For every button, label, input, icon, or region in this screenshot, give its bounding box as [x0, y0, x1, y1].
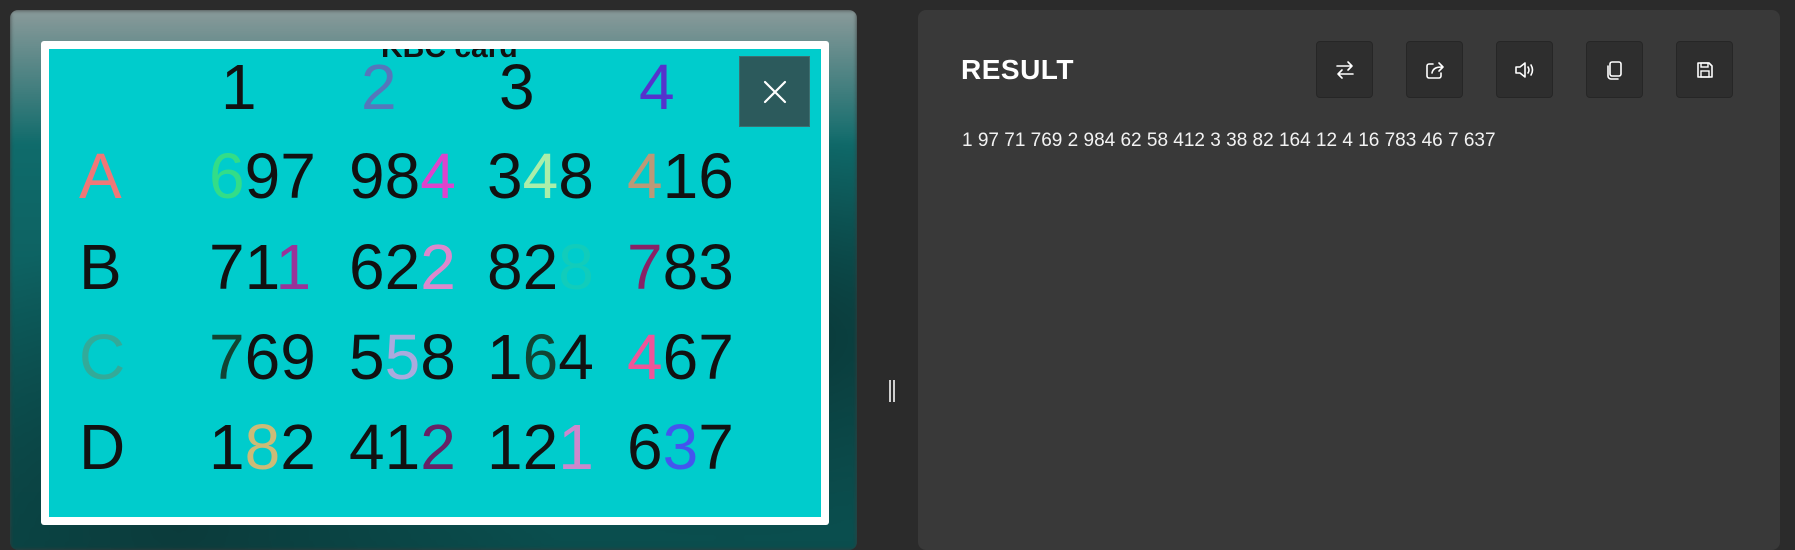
card-cell-digit: 1	[209, 411, 245, 483]
card-cell-digit: 83	[662, 231, 734, 303]
card-cell-digit: 6	[522, 321, 559, 393]
card-title: KBC card	[381, 49, 518, 65]
card-cell-digit: 71	[209, 231, 276, 303]
card-cell: 416	[627, 144, 734, 208]
card-cell-digit: 3	[662, 411, 699, 483]
card-image-frame: KBC card 1234A697984348416B711622828783C…	[41, 41, 829, 525]
card-cell-digit: 98	[349, 140, 421, 212]
card-row-label: B	[79, 231, 122, 303]
card-cell-digit: 4	[522, 140, 559, 212]
card-cell-digit: 12	[487, 411, 559, 483]
card-cell-digit: 8	[244, 411, 281, 483]
card-cell: 828	[487, 235, 594, 299]
card-cell-digit: 8	[558, 231, 594, 303]
card-cell-digit: 4	[558, 321, 594, 393]
card-cell: 697	[209, 144, 316, 208]
card-cell-digit: 4	[627, 140, 663, 212]
card-cell: 348	[487, 144, 594, 208]
card-cell-digit: 2	[280, 411, 316, 483]
card-cell-digit: 97	[244, 140, 316, 212]
swap-icon	[1335, 60, 1354, 79]
pane-splitter-handle[interactable]	[888, 380, 896, 404]
card-cell-digit: 82	[487, 231, 559, 303]
card-cell-digit: 4	[420, 140, 456, 212]
card-cell-digit: 62	[349, 231, 421, 303]
swap-button[interactable]	[1316, 41, 1373, 98]
card-cell-digit: 5	[349, 321, 385, 393]
card-cell: 164	[487, 325, 594, 389]
card-cell-digit: 3	[487, 140, 523, 212]
card-cell-digit: 4	[627, 321, 663, 393]
copy-icon	[1606, 60, 1622, 80]
card-cell-digit: 7	[698, 411, 734, 483]
kbc-card-image: KBC card 1234A697984348416B711622828783C…	[49, 49, 821, 517]
card-cell: 711	[209, 235, 311, 299]
save-button[interactable]	[1676, 41, 1733, 98]
card-cell-digit: 41	[349, 411, 421, 483]
card-cell: 558	[349, 325, 456, 389]
card-column-header: 4	[639, 51, 675, 123]
card-cell-digit: 6	[627, 411, 663, 483]
close-button[interactable]	[739, 56, 810, 127]
share-icon	[1425, 61, 1444, 79]
card-row-label: D	[79, 411, 126, 483]
card-cell: 182	[209, 415, 316, 479]
card-cell-digit: 16	[662, 140, 734, 212]
share-button[interactable]	[1406, 41, 1463, 98]
card-cell-digit: 6	[209, 140, 245, 212]
card-row-label: C	[79, 321, 126, 393]
card-cell: 121	[487, 415, 594, 479]
card-cell-digit: 7	[627, 231, 663, 303]
card-cell-digit: 7	[209, 321, 245, 393]
card-cell: 769	[209, 325, 316, 389]
card-cell-digit: 1	[487, 321, 523, 393]
card-cell-digit: 8	[420, 321, 456, 393]
card-cell-digit: 2	[420, 231, 456, 303]
card-column-header: 3	[499, 51, 535, 123]
card-cell-digit: 2	[420, 411, 456, 483]
card-cell-digit: 5	[384, 321, 421, 393]
card-cell: 622	[349, 235, 456, 299]
card-cell: 467	[627, 325, 734, 389]
card-cell-digit: 67	[662, 321, 734, 393]
card-cell: 637	[627, 415, 734, 479]
card-column-header: 2	[361, 51, 397, 123]
card-cell: 412	[349, 415, 456, 479]
save-icon	[1696, 61, 1713, 78]
card-column-header: 1	[221, 51, 257, 123]
copy-button[interactable]	[1586, 41, 1643, 98]
result-title: RESULT	[961, 54, 1074, 85]
card-cell-digit: 1	[275, 231, 312, 303]
speak-button[interactable]	[1496, 41, 1553, 98]
card-cell-digit: 8	[558, 140, 594, 212]
image-preview-pane: KBC card 1234A697984348416B711622828783C…	[10, 10, 857, 550]
close-icon	[763, 80, 786, 103]
card-cell: 783	[627, 235, 734, 299]
result-pane: RESULT 1 97 71 769 2 984 62 58 412 3 38 …	[918, 10, 1780, 550]
card-row-label: A	[79, 140, 122, 212]
speaker-icon	[1514, 61, 1533, 78]
result-text[interactable]: 1 97 71 769 2 984 62 58 412 3 38 82 164 …	[962, 130, 1496, 152]
card-cell-digit: 1	[558, 411, 594, 483]
card-cell-digit: 69	[244, 321, 316, 393]
card-cell: 984	[349, 144, 456, 208]
